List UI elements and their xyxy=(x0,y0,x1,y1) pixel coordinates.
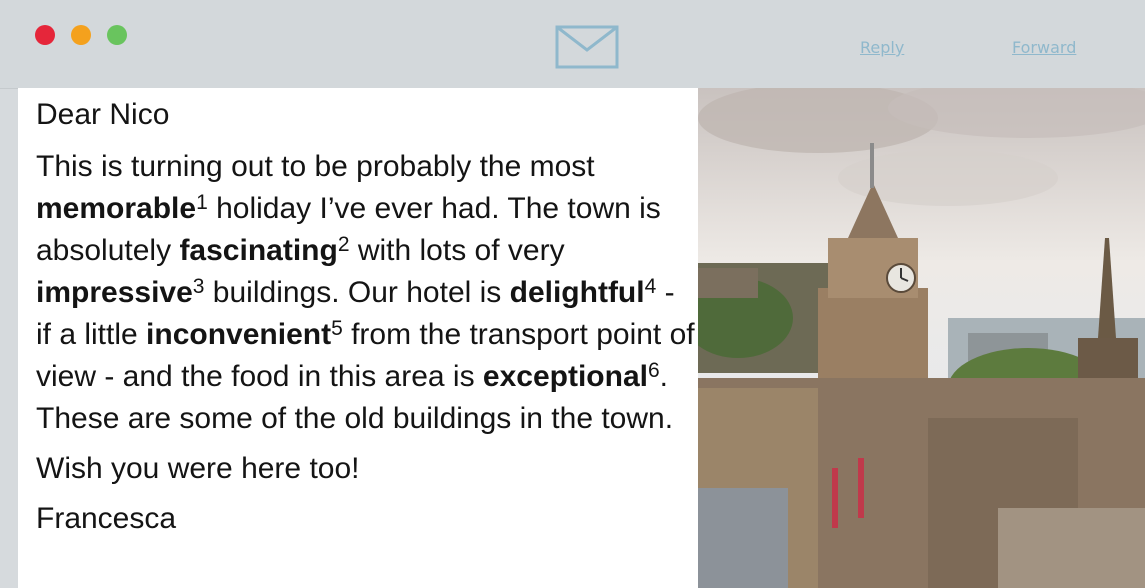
zoom-window-button[interactable] xyxy=(107,25,127,45)
close-window-button[interactable] xyxy=(35,25,55,45)
bold-word: fascinating xyxy=(179,234,338,267)
footnote-number: 4 xyxy=(644,275,657,298)
email-window: Reply Forward Dear Nico This is turning … xyxy=(0,0,1145,588)
bold-word: memorable xyxy=(36,192,197,225)
email-toolbar: Reply Forward xyxy=(0,0,1145,89)
footnote-number: 6 xyxy=(647,359,660,382)
reply-link[interactable]: Reply xyxy=(860,38,904,57)
forward-link[interactable]: Forward xyxy=(1012,38,1076,57)
email-text: Dear Nico This is turning out to be prob… xyxy=(36,88,696,540)
email-main-paragraph: This is turning out to be probably the m… xyxy=(36,146,696,440)
text-segment: with lots of very xyxy=(349,234,565,267)
text-segment: buildings. Our hotel is xyxy=(204,276,510,309)
minimize-window-button[interactable] xyxy=(71,25,91,45)
bold-word: delightful xyxy=(509,276,645,309)
email-closing: Wish you were here too! xyxy=(36,452,360,485)
footnote-number: 3 xyxy=(192,275,205,298)
bold-word: inconvenient xyxy=(146,318,332,351)
envelope-icon xyxy=(555,25,619,69)
footnote-number: 1 xyxy=(196,191,208,214)
email-body-panel: Dear Nico This is turning out to be prob… xyxy=(18,88,698,588)
edinburgh-photo xyxy=(698,88,1145,588)
bold-word: exceptional xyxy=(482,360,648,393)
text-segment: This is turning out to be probably the m… xyxy=(36,150,595,183)
email-signature: Francesca xyxy=(36,502,177,535)
city-skyline-image xyxy=(698,88,1145,588)
footnote-number: 2 xyxy=(337,233,350,256)
bold-word: impressive xyxy=(36,276,193,309)
footnote-number: 5 xyxy=(331,317,343,340)
email-greeting: Dear Nico xyxy=(36,98,170,131)
